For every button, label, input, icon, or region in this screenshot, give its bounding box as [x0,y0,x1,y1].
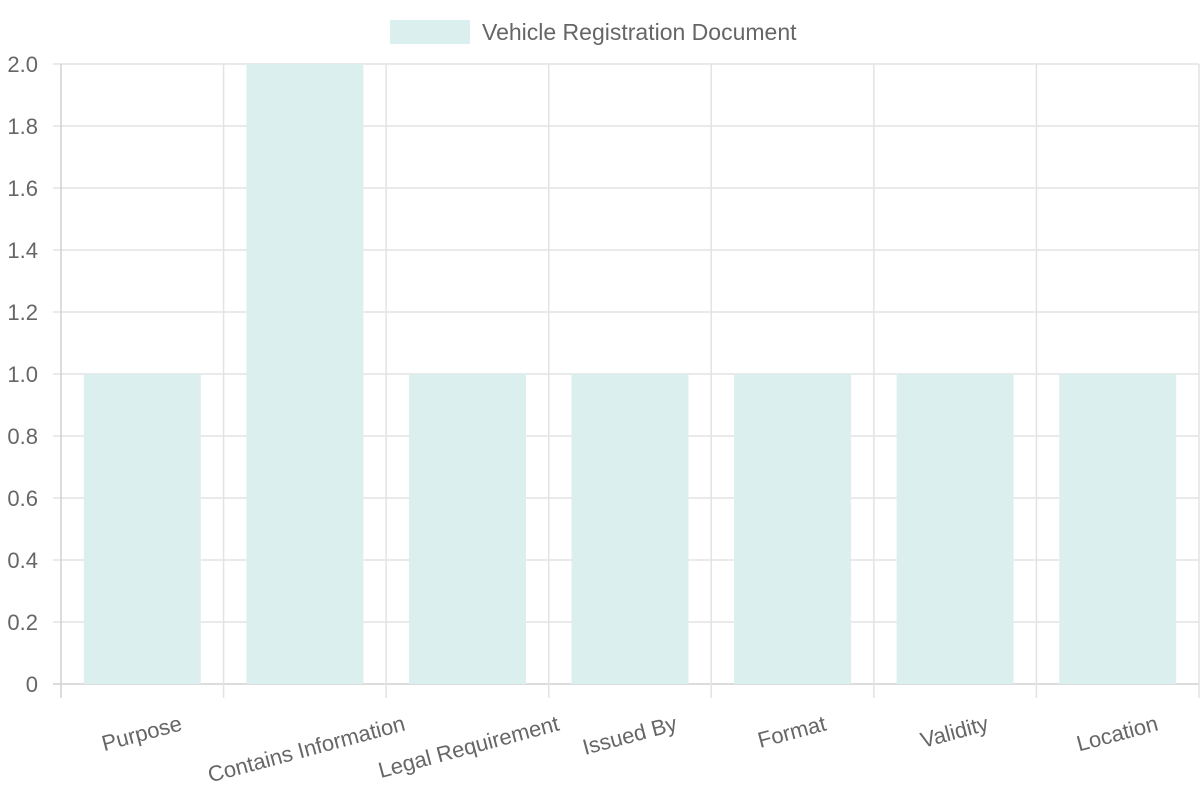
bar-chart: Vehicle Registration Document 0 0.2 0.4 0.6… [7,19,1200,788]
x-tick-label: Contains Information [205,711,408,788]
x-tick-label: Validity [918,711,991,753]
bar[interactable] [896,374,1014,684]
legend-swatch [390,20,470,44]
x-tick-label: Format [755,711,829,753]
y-tick-label: 1.6 [7,176,38,201]
x-tick-label: Location [1074,711,1161,757]
y-tick-label: 0 [26,672,38,697]
legend-label: Vehicle Registration Document [482,19,797,45]
bar[interactable] [408,374,526,684]
bar[interactable] [83,374,201,684]
y-tick-label: 1.2 [7,300,38,325]
y-tick-label: 1.8 [7,114,38,139]
bars [83,64,1177,684]
y-tick-label: 1.4 [7,238,38,263]
x-axis: Purpose Contains InformationLegal Require… [99,711,1161,788]
bar[interactable] [734,374,852,684]
y-tick-label: 0.8 [7,424,38,449]
chart-container: Vehicle Registration Document 0 0.2 0.4 0.6… [0,0,1200,800]
bar[interactable] [571,374,689,684]
bar[interactable] [1059,374,1177,684]
x-tick-label: Issued By [580,711,680,760]
y-tick-label: 1.0 [7,362,38,387]
bar[interactable] [246,64,364,684]
x-tick-label: Purpose [99,711,185,756]
y-axis: 0 0.2 0.4 0.6 0.8 1.0 1.2 1.4 1.6 1.8 2.0 [7,52,38,697]
y-tick-label: 0.4 [7,548,38,573]
y-tick-label: 0.2 [7,610,38,635]
legend[interactable]: Vehicle Registration Document [390,19,797,45]
y-tick-label: 2.0 [7,52,38,77]
y-tick-label: 0.6 [7,486,38,511]
